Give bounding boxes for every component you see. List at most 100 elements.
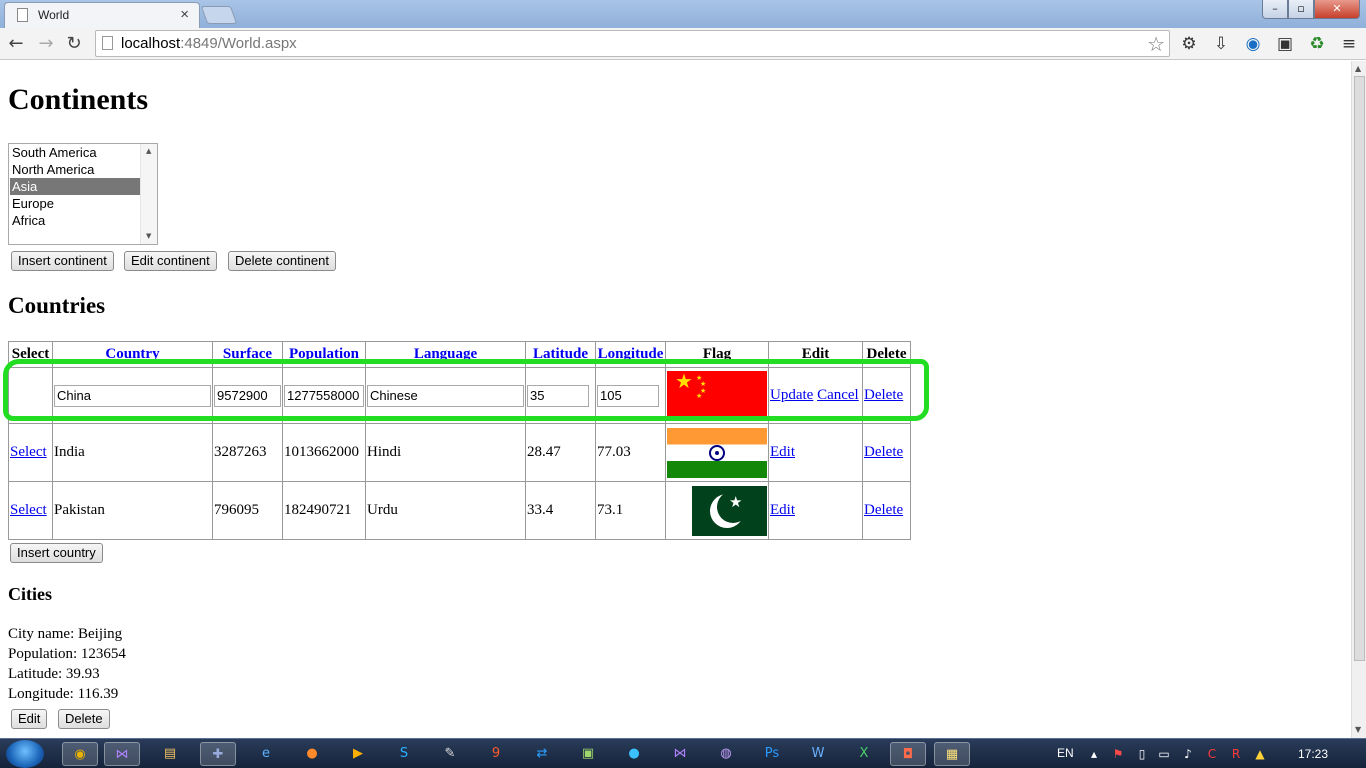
notepadpp-icon[interactable]: ▣: [570, 742, 606, 766]
minimize-button[interactable]: –: [1262, 0, 1288, 19]
reload-button[interactable]: ↻: [62, 32, 86, 56]
header-latitude[interactable]: Latitude: [525, 341, 596, 368]
teamviewer-icon[interactable]: ⇄: [524, 742, 560, 766]
language-input[interactable]: [367, 384, 524, 407]
sort-surface-link[interactable]: Surface: [223, 346, 272, 362]
listbox-scrollbar[interactable]: ▲ ▼: [140, 144, 157, 244]
word-icon[interactable]: W: [800, 742, 836, 766]
menu-icon[interactable]: ≡: [1338, 33, 1360, 55]
ie-icon[interactable]: e: [248, 742, 284, 766]
language-cell: [365, 367, 526, 424]
bookmark-star-icon[interactable]: ☆: [1147, 32, 1165, 56]
page-scrollbar[interactable]: ▲ ▼: [1351, 61, 1366, 738]
excel-icon[interactable]: X: [846, 742, 882, 766]
edit-link[interactable]: Edit: [770, 444, 795, 460]
delete-link[interactable]: Delete: [864, 502, 903, 518]
drive-icon[interactable]: ▲: [1252, 745, 1268, 763]
language-indicator[interactable]: EN: [1057, 746, 1074, 760]
edit-link[interactable]: Edit: [770, 502, 795, 518]
tray-r-icon[interactable]: R: [1228, 745, 1244, 763]
page-title: Continents: [8, 83, 149, 116]
gear-icon[interactable]: ⚙: [1178, 33, 1200, 55]
recycle-icon[interactable]: ♻: [1306, 33, 1328, 55]
skype-icon[interactable]: S: [386, 742, 422, 766]
population-cell: 1013662000: [282, 423, 366, 482]
vs2-icon[interactable]: ⋈: [662, 742, 698, 766]
notes-icon[interactable]: ▦: [934, 742, 970, 766]
surface-input[interactable]: [214, 384, 281, 407]
maximize-button[interactable]: ▫: [1288, 0, 1314, 19]
continent-option-selected[interactable]: Asia: [10, 178, 141, 195]
cancel-link[interactable]: Cancel: [817, 387, 859, 403]
tools-icon[interactable]: ✚: [200, 742, 236, 766]
visual-studio-icon[interactable]: ⋈: [104, 742, 140, 766]
volume-icon[interactable]: ♪: [1180, 745, 1196, 763]
back-button[interactable]: ←: [4, 32, 28, 56]
continent-option[interactable]: South America: [10, 144, 141, 161]
country-input[interactable]: [54, 384, 211, 407]
scroll-up-icon[interactable]: ▲: [1355, 64, 1361, 73]
select-link[interactable]: Select: [10, 502, 47, 518]
tab-close-icon[interactable]: ×: [180, 6, 189, 23]
latitude-cell: [525, 367, 596, 424]
media-icon[interactable]: ▶: [340, 742, 376, 766]
header-language[interactable]: Language: [365, 341, 526, 368]
sort-country-link[interactable]: Country: [105, 346, 159, 362]
update-link[interactable]: Update: [770, 387, 813, 403]
latitude-input[interactable]: [527, 384, 589, 407]
population-input[interactable]: [284, 384, 364, 407]
app9-icon[interactable]: 9: [478, 742, 514, 766]
explorer-icon[interactable]: ▤: [152, 742, 188, 766]
header-country[interactable]: Country: [52, 341, 213, 368]
delete-link[interactable]: Delete: [864, 444, 903, 460]
network-icon[interactable]: ▭: [1156, 745, 1172, 763]
select-link[interactable]: Select: [10, 444, 47, 460]
header-surface[interactable]: Surface: [212, 341, 283, 368]
edit-continent-button[interactable]: Edit continent: [124, 251, 217, 271]
scroll-down-icon[interactable]: ▼: [146, 232, 151, 240]
chrome-icon[interactable]: ◉: [62, 742, 98, 766]
new-tab-button[interactable]: [200, 6, 238, 24]
photoshop-icon[interactable]: Ps: [754, 742, 790, 766]
sort-longitude-link[interactable]: Longitude: [598, 346, 664, 362]
delete-link[interactable]: Delete: [864, 387, 903, 403]
globe-icon[interactable]: ◉: [1242, 33, 1264, 55]
firefox-icon[interactable]: ●: [294, 742, 330, 766]
header-longitude[interactable]: Longitude: [595, 341, 666, 368]
sort-language-link[interactable]: Language: [414, 346, 477, 362]
app19-icon[interactable]: ◘: [890, 742, 926, 766]
start-button[interactable]: [6, 740, 44, 768]
delete-continent-button[interactable]: Delete continent: [228, 251, 336, 271]
continent-option[interactable]: North America: [10, 161, 141, 178]
continent-option[interactable]: Africa: [10, 212, 141, 229]
scrollbar-thumb[interactable]: [1354, 76, 1365, 661]
continent-option[interactable]: Europe: [10, 195, 141, 212]
clock[interactable]: 17:23: [1298, 747, 1328, 761]
download-icon[interactable]: ⇩: [1210, 33, 1232, 55]
photo-icon[interactable]: ▣: [1274, 33, 1296, 55]
sort-population-link[interactable]: Population: [289, 346, 359, 362]
tray-c-icon[interactable]: C: [1204, 745, 1220, 763]
url-text[interactable]: localhost:4849/World.aspx: [121, 35, 297, 52]
orb-icon[interactable]: ◍: [708, 742, 744, 766]
longitude-input[interactable]: [597, 384, 659, 407]
browser-tab[interactable]: World ×: [4, 2, 200, 28]
countries-table: Select Country Surface Population Langua…: [8, 341, 911, 540]
scroll-up-icon[interactable]: ▲: [146, 147, 151, 155]
tray-flag-icon[interactable]: ⚑: [1110, 745, 1126, 763]
show-hidden-icons-icon[interactable]: ▴: [1086, 745, 1102, 763]
edit-city-button[interactable]: Edit: [11, 709, 48, 729]
delete-city-button[interactable]: Delete: [58, 709, 110, 729]
scroll-down-icon[interactable]: ▼: [1355, 725, 1361, 734]
continents-listbox[interactable]: South America North America Asia Europe …: [8, 143, 158, 245]
forward-button[interactable]: →: [34, 32, 58, 56]
sort-latitude-link[interactable]: Latitude: [533, 346, 588, 362]
insert-continent-button[interactable]: Insert continent: [11, 251, 114, 271]
close-window-button[interactable]: ✕: [1314, 0, 1360, 19]
address-bar[interactable]: localhost:4849/World.aspx ☆: [95, 30, 1170, 57]
tray-device-icon[interactable]: ▯: [1134, 745, 1150, 763]
notepad-icon[interactable]: ✎: [432, 742, 468, 766]
insert-country-button[interactable]: Insert country: [10, 543, 103, 563]
app13-icon[interactable]: ●: [616, 742, 652, 766]
header-population[interactable]: Population: [282, 341, 366, 368]
